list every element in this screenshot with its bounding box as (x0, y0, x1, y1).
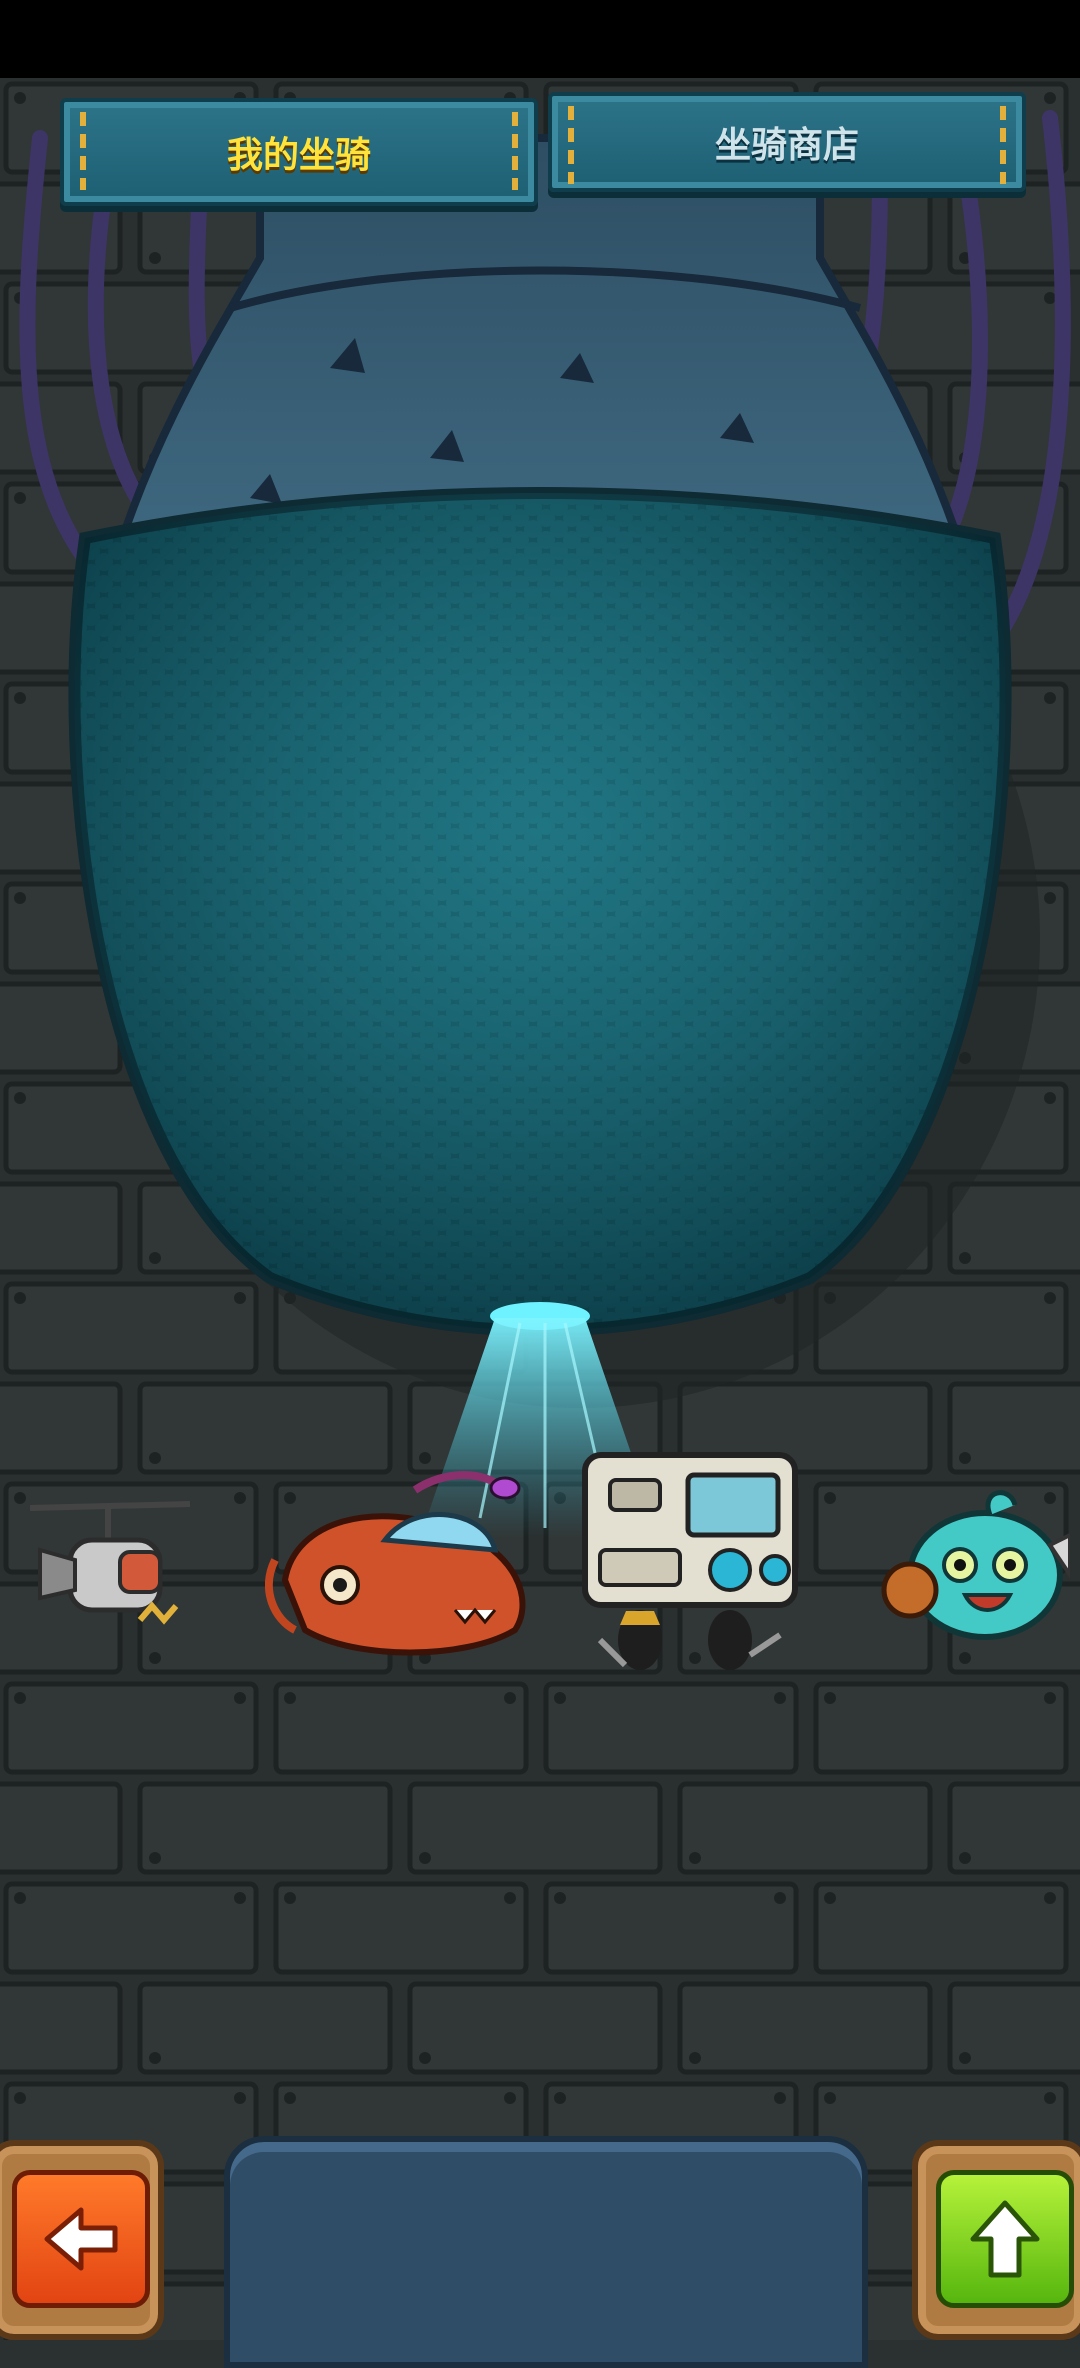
back-button[interactable] (0, 2140, 164, 2340)
upgrade-button-face (936, 2170, 1074, 2308)
tab-mount-shop-label: 坐骑商店 (714, 125, 859, 166)
arrow-left-icon (44, 2207, 118, 2271)
mount-teal-blob[interactable] (880, 1485, 1070, 1645)
mount-helicopter[interactable] (20, 1480, 200, 1650)
mount-tabs: 我的坐骑 坐骑商店 (0, 78, 1080, 208)
game-scene (0, 78, 1080, 2340)
upgrade-button[interactable] (912, 2140, 1080, 2340)
tab-my-mounts[interactable]: 我的坐骑 (60, 98, 538, 206)
mount-red-squid[interactable] (265, 1460, 535, 1670)
mount-robot-machine[interactable] (580, 1450, 810, 1700)
status-bar (0, 0, 1080, 78)
bottom-info-panel (224, 2136, 868, 2368)
tab-my-mounts-label: 我的坐骑 (226, 135, 371, 176)
back-button-face (12, 2170, 150, 2308)
arrow-up-icon (970, 2200, 1040, 2278)
tab-mount-shop[interactable]: 坐骑商店 (548, 92, 1026, 192)
